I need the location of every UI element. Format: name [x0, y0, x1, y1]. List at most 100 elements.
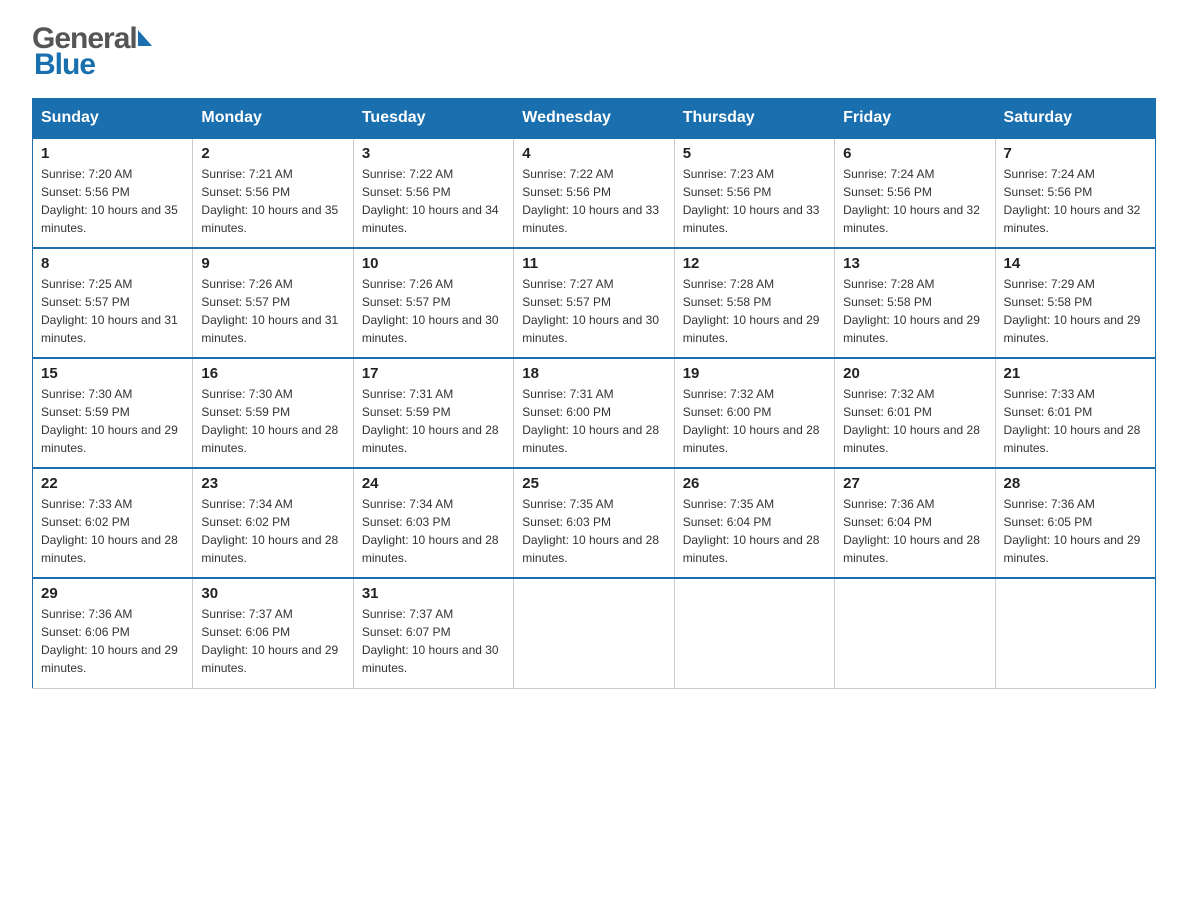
day-info: Sunrise: 7:33 AMSunset: 6:02 PMDaylight:…: [41, 497, 178, 565]
day-number: 21: [1004, 365, 1147, 382]
calendar-cell: 12 Sunrise: 7:28 AMSunset: 5:58 PMDaylig…: [674, 248, 834, 358]
day-info: Sunrise: 7:35 AMSunset: 6:04 PMDaylight:…: [683, 497, 820, 565]
calendar-cell: 31 Sunrise: 7:37 AMSunset: 6:07 PMDaylig…: [353, 578, 513, 688]
day-info: Sunrise: 7:28 AMSunset: 5:58 PMDaylight:…: [683, 277, 820, 345]
day-info: Sunrise: 7:31 AMSunset: 5:59 PMDaylight:…: [362, 387, 499, 455]
day-number: 17: [362, 365, 505, 382]
calendar-cell: 13 Sunrise: 7:28 AMSunset: 5:58 PMDaylig…: [835, 248, 995, 358]
day-info: Sunrise: 7:25 AMSunset: 5:57 PMDaylight:…: [41, 277, 178, 345]
calendar-cell: 23 Sunrise: 7:34 AMSunset: 6:02 PMDaylig…: [193, 468, 353, 578]
day-info: Sunrise: 7:34 AMSunset: 6:02 PMDaylight:…: [201, 497, 338, 565]
calendar-cell: 19 Sunrise: 7:32 AMSunset: 6:00 PMDaylig…: [674, 358, 834, 468]
day-info: Sunrise: 7:36 AMSunset: 6:04 PMDaylight:…: [843, 497, 980, 565]
calendar-cell: [674, 578, 834, 688]
calendar-week-3: 15 Sunrise: 7:30 AMSunset: 5:59 PMDaylig…: [33, 358, 1156, 468]
day-info: Sunrise: 7:26 AMSunset: 5:57 PMDaylight:…: [201, 277, 338, 345]
day-info: Sunrise: 7:23 AMSunset: 5:56 PMDaylight:…: [683, 167, 820, 235]
day-number: 20: [843, 365, 986, 382]
day-info: Sunrise: 7:26 AMSunset: 5:57 PMDaylight:…: [362, 277, 499, 345]
calendar-cell: [835, 578, 995, 688]
calendar-cell: 30 Sunrise: 7:37 AMSunset: 6:06 PMDaylig…: [193, 578, 353, 688]
calendar-cell: 27 Sunrise: 7:36 AMSunset: 6:04 PMDaylig…: [835, 468, 995, 578]
header-wednesday: Wednesday: [514, 99, 674, 139]
calendar-cell: 14 Sunrise: 7:29 AMSunset: 5:58 PMDaylig…: [995, 248, 1155, 358]
day-number: 15: [41, 365, 184, 382]
calendar-cell: 1 Sunrise: 7:20 AMSunset: 5:56 PMDayligh…: [33, 138, 193, 248]
calendar-cell: 9 Sunrise: 7:26 AMSunset: 5:57 PMDayligh…: [193, 248, 353, 358]
day-info: Sunrise: 7:37 AMSunset: 6:07 PMDaylight:…: [362, 607, 499, 675]
calendar-cell: 5 Sunrise: 7:23 AMSunset: 5:56 PMDayligh…: [674, 138, 834, 248]
day-number: 10: [362, 255, 505, 272]
day-info: Sunrise: 7:21 AMSunset: 5:56 PMDaylight:…: [201, 167, 338, 235]
calendar-cell: 15 Sunrise: 7:30 AMSunset: 5:59 PMDaylig…: [33, 358, 193, 468]
day-number: 8: [41, 255, 184, 272]
calendar-body: 1 Sunrise: 7:20 AMSunset: 5:56 PMDayligh…: [33, 138, 1156, 688]
calendar-cell: 20 Sunrise: 7:32 AMSunset: 6:01 PMDaylig…: [835, 358, 995, 468]
calendar-week-4: 22 Sunrise: 7:33 AMSunset: 6:02 PMDaylig…: [33, 468, 1156, 578]
calendar-cell: 29 Sunrise: 7:36 AMSunset: 6:06 PMDaylig…: [33, 578, 193, 688]
calendar-cell: 25 Sunrise: 7:35 AMSunset: 6:03 PMDaylig…: [514, 468, 674, 578]
day-info: Sunrise: 7:29 AMSunset: 5:58 PMDaylight:…: [1004, 277, 1141, 345]
day-info: Sunrise: 7:32 AMSunset: 6:00 PMDaylight:…: [683, 387, 820, 455]
day-number: 19: [683, 365, 826, 382]
day-headers-row: SundayMondayTuesdayWednesdayThursdayFrid…: [33, 99, 1156, 139]
day-number: 4: [522, 145, 665, 162]
day-number: 29: [41, 585, 184, 602]
calendar-cell: 26 Sunrise: 7:35 AMSunset: 6:04 PMDaylig…: [674, 468, 834, 578]
header-monday: Monday: [193, 99, 353, 139]
calendar-header: SundayMondayTuesdayWednesdayThursdayFrid…: [33, 99, 1156, 139]
day-number: 1: [41, 145, 184, 162]
calendar-cell: [995, 578, 1155, 688]
day-info: Sunrise: 7:27 AMSunset: 5:57 PMDaylight:…: [522, 277, 659, 345]
day-info: Sunrise: 7:36 AMSunset: 6:06 PMDaylight:…: [41, 607, 178, 675]
day-number: 18: [522, 365, 665, 382]
day-number: 28: [1004, 475, 1147, 492]
calendar-week-2: 8 Sunrise: 7:25 AMSunset: 5:57 PMDayligh…: [33, 248, 1156, 358]
page-header: General Blue: [32, 24, 1156, 80]
day-number: 2: [201, 145, 344, 162]
day-number: 7: [1004, 145, 1147, 162]
calendar-cell: 16 Sunrise: 7:30 AMSunset: 5:59 PMDaylig…: [193, 358, 353, 468]
day-number: 25: [522, 475, 665, 492]
day-info: Sunrise: 7:24 AMSunset: 5:56 PMDaylight:…: [1004, 167, 1141, 235]
calendar-week-1: 1 Sunrise: 7:20 AMSunset: 5:56 PMDayligh…: [33, 138, 1156, 248]
day-number: 16: [201, 365, 344, 382]
logo: General Blue: [32, 24, 152, 80]
day-number: 5: [683, 145, 826, 162]
calendar-cell: 28 Sunrise: 7:36 AMSunset: 6:05 PMDaylig…: [995, 468, 1155, 578]
day-number: 12: [683, 255, 826, 272]
day-number: 22: [41, 475, 184, 492]
calendar-cell: 3 Sunrise: 7:22 AMSunset: 5:56 PMDayligh…: [353, 138, 513, 248]
day-number: 3: [362, 145, 505, 162]
day-number: 26: [683, 475, 826, 492]
calendar-cell: 8 Sunrise: 7:25 AMSunset: 5:57 PMDayligh…: [33, 248, 193, 358]
day-number: 14: [1004, 255, 1147, 272]
day-number: 11: [522, 255, 665, 272]
header-tuesday: Tuesday: [353, 99, 513, 139]
day-number: 31: [362, 585, 505, 602]
calendar-cell: 4 Sunrise: 7:22 AMSunset: 5:56 PMDayligh…: [514, 138, 674, 248]
day-info: Sunrise: 7:22 AMSunset: 5:56 PMDaylight:…: [522, 167, 659, 235]
calendar-cell: 17 Sunrise: 7:31 AMSunset: 5:59 PMDaylig…: [353, 358, 513, 468]
day-info: Sunrise: 7:34 AMSunset: 6:03 PMDaylight:…: [362, 497, 499, 565]
day-number: 13: [843, 255, 986, 272]
calendar-cell: 22 Sunrise: 7:33 AMSunset: 6:02 PMDaylig…: [33, 468, 193, 578]
day-number: 24: [362, 475, 505, 492]
calendar-cell: 2 Sunrise: 7:21 AMSunset: 5:56 PMDayligh…: [193, 138, 353, 248]
day-info: Sunrise: 7:32 AMSunset: 6:01 PMDaylight:…: [843, 387, 980, 455]
calendar-cell: 11 Sunrise: 7:27 AMSunset: 5:57 PMDaylig…: [514, 248, 674, 358]
calendar-table: SundayMondayTuesdayWednesdayThursdayFrid…: [32, 98, 1156, 689]
day-info: Sunrise: 7:22 AMSunset: 5:56 PMDaylight:…: [362, 167, 499, 235]
day-info: Sunrise: 7:30 AMSunset: 5:59 PMDaylight:…: [41, 387, 178, 455]
calendar-cell: 21 Sunrise: 7:33 AMSunset: 6:01 PMDaylig…: [995, 358, 1155, 468]
calendar-cell: 18 Sunrise: 7:31 AMSunset: 6:00 PMDaylig…: [514, 358, 674, 468]
day-info: Sunrise: 7:20 AMSunset: 5:56 PMDaylight:…: [41, 167, 178, 235]
calendar-cell: 7 Sunrise: 7:24 AMSunset: 5:56 PMDayligh…: [995, 138, 1155, 248]
day-info: Sunrise: 7:24 AMSunset: 5:56 PMDaylight:…: [843, 167, 980, 235]
day-info: Sunrise: 7:31 AMSunset: 6:00 PMDaylight:…: [522, 387, 659, 455]
header-sunday: Sunday: [33, 99, 193, 139]
header-friday: Friday: [835, 99, 995, 139]
header-thursday: Thursday: [674, 99, 834, 139]
calendar-cell: 10 Sunrise: 7:26 AMSunset: 5:57 PMDaylig…: [353, 248, 513, 358]
day-number: 30: [201, 585, 344, 602]
